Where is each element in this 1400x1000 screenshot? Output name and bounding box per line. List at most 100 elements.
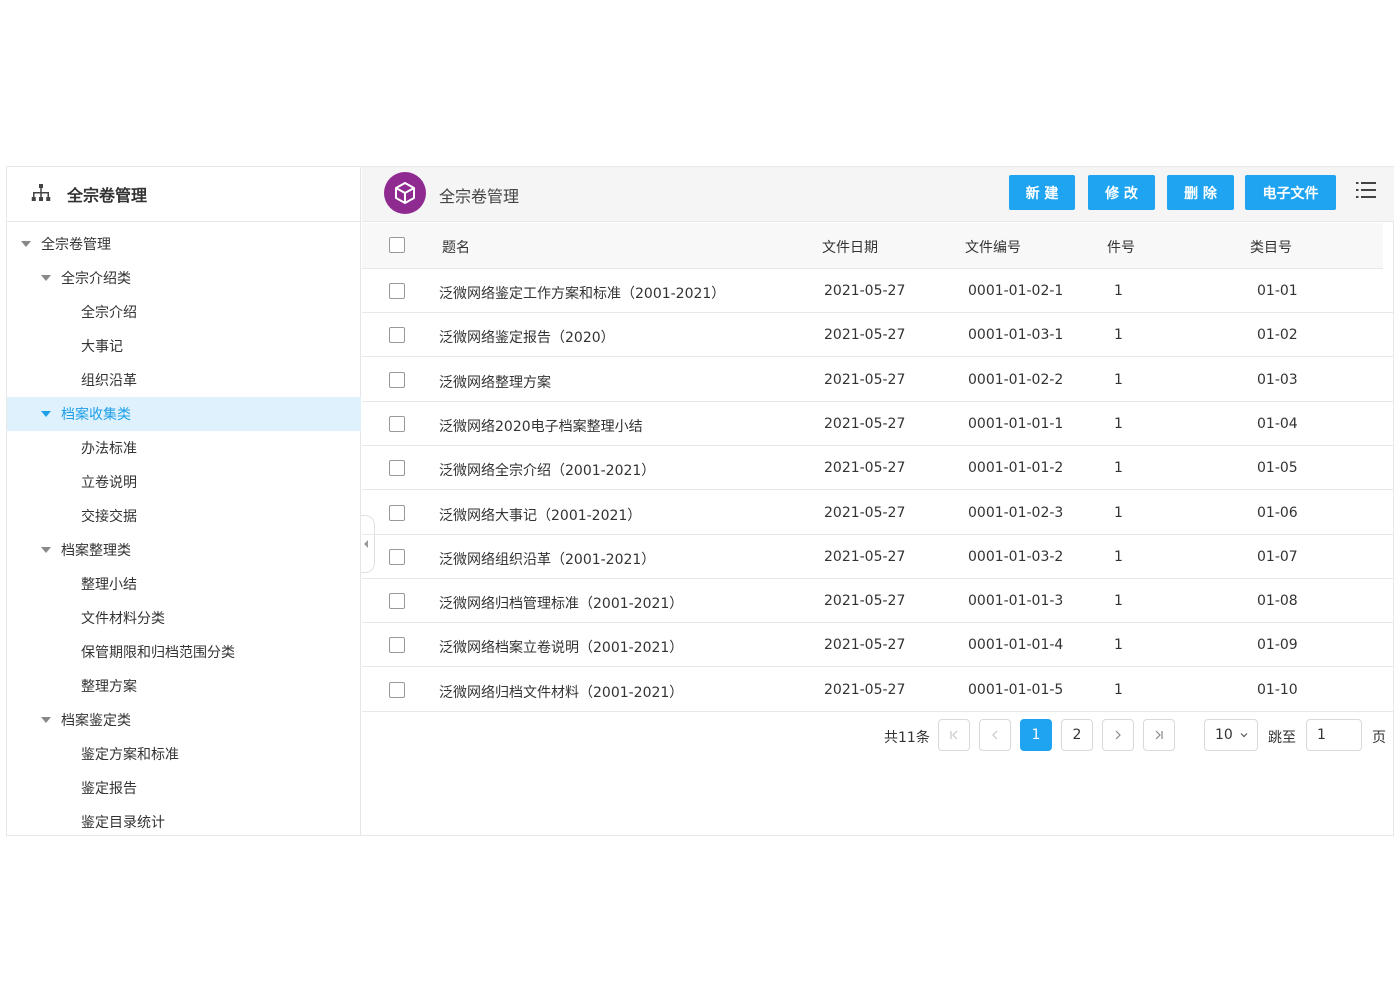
table-row[interactable]: 泛微网络大事记（2001-2021） 2021-05-27 0001-01-02-3…: [362, 491, 1394, 535]
cell-code: 0001-01-01-1: [968, 416, 1064, 432]
cell-category: 01-01: [1257, 283, 1298, 299]
row-checkbox[interactable]: [389, 549, 405, 565]
page-2-button[interactable]: 2: [1061, 719, 1093, 751]
jump-page-input[interactable]: 1: [1306, 719, 1362, 751]
app-logo: [384, 172, 426, 214]
electronic-file-button[interactable]: 电子文件: [1245, 175, 1336, 210]
cell-code: 0001-01-03-1: [968, 327, 1064, 343]
tree-item-label: 全宗卷管理: [41, 237, 111, 253]
cell-title: 泛微网络档案立卷说明（2001-2021）: [439, 640, 684, 656]
edit-button[interactable]: 修 改: [1088, 175, 1155, 210]
tree-item-label: 档案收集类: [61, 407, 131, 423]
table-header: 题名 文件日期 文件编号 件号 类目号: [362, 223, 1383, 269]
tree-item-label: 保管期限和归档范围分类: [81, 645, 235, 661]
tree-item[interactable]: 档案鉴定类: [7, 703, 361, 737]
prev-page-button[interactable]: [979, 719, 1011, 751]
cell-piece: 1: [1114, 327, 1123, 343]
table-row[interactable]: 泛微网络鉴定报告（2020） 2021-05-27 0001-01-03-1 1 01-…: [362, 313, 1394, 357]
cell-title: 泛微网络鉴定工作方案和标准（2001-2021）: [439, 286, 726, 302]
tree-item[interactable]: 鉴定报告: [7, 771, 361, 805]
cell-code: 0001-01-02-3: [968, 505, 1064, 521]
table-row[interactable]: 泛微网络整理方案 2021-05-27 0001-01-02-2 1 01-03: [362, 358, 1394, 402]
row-checkbox[interactable]: [389, 327, 405, 343]
cell-date: 2021-05-27: [824, 460, 906, 476]
column-header-piece[interactable]: 件号: [1107, 237, 1135, 257]
tree-item[interactable]: 立卷说明: [7, 465, 361, 499]
total-count: 共11条: [884, 730, 930, 746]
cell-title: 泛微网络整理方案: [439, 375, 551, 391]
cell-category: 01-04: [1257, 416, 1298, 432]
row-checkbox[interactable]: [389, 283, 405, 299]
tree-item[interactable]: 整理方案: [7, 669, 361, 703]
tree-item[interactable]: 档案收集类: [7, 397, 361, 431]
tree-item[interactable]: 全宗介绍: [7, 295, 361, 329]
jump-label: 跳至: [1268, 730, 1296, 746]
chevron-left-icon: [992, 730, 998, 740]
tree-item[interactable]: 组织沿革: [7, 363, 361, 397]
tree-item[interactable]: 办法标准: [7, 431, 361, 465]
column-header-category[interactable]: 类目号: [1250, 237, 1292, 257]
cell-title: 泛微网络全宗介绍（2001-2021）: [439, 463, 656, 479]
column-header-title[interactable]: 题名: [442, 237, 470, 257]
cell-category: 01-03: [1257, 372, 1298, 388]
list-menu-icon[interactable]: [1356, 181, 1376, 199]
new-button[interactable]: 新 建: [1009, 175, 1075, 210]
cell-piece: 1: [1114, 682, 1123, 698]
page-1-button[interactable]: 1: [1020, 719, 1052, 751]
caret-down-icon[interactable]: [41, 547, 51, 553]
tree-item[interactable]: 档案整理类: [7, 533, 361, 567]
cell-date: 2021-05-27: [824, 637, 906, 653]
row-checkbox[interactable]: [389, 416, 405, 432]
table-row[interactable]: 泛微网络组织沿革（2001-2021） 2021-05-27 0001-01-03-…: [362, 535, 1394, 579]
cell-code: 0001-01-02-2: [968, 372, 1064, 388]
sidebar: 全宗卷管理 全宗卷管理全宗介绍类全宗介绍大事记 组织沿革档案收集类办法标准 立卷说明…: [7, 167, 361, 835]
last-page-button[interactable]: [1143, 719, 1175, 751]
row-checkbox[interactable]: [389, 682, 405, 698]
row-checkbox[interactable]: [389, 505, 405, 521]
cell-category: 01-07: [1257, 549, 1298, 565]
tree-item[interactable]: 交接交据: [7, 499, 361, 533]
table-row[interactable]: 泛微网络2020电子档案整理小结 2021-05-27 0001-01-01-1 1 0…: [362, 402, 1394, 446]
tree-item[interactable]: 大事记: [7, 329, 361, 363]
table-row[interactable]: 泛微网络档案立卷说明（2001-2021） 2021-05-27 0001-01-0…: [362, 623, 1394, 667]
cell-piece: 1: [1114, 283, 1123, 299]
sidebar-header: 全宗卷管理: [7, 167, 360, 222]
tree-item[interactable]: 整理小结: [7, 567, 361, 601]
column-header-code[interactable]: 文件编号: [965, 237, 1021, 257]
column-header-date[interactable]: 文件日期: [822, 237, 878, 257]
main-header: 全宗卷管理 新 建 修 改 删 除 电子文件: [362, 167, 1394, 222]
next-page-button[interactable]: [1102, 719, 1134, 751]
row-checkbox[interactable]: [389, 637, 405, 653]
tree-item[interactable]: 全宗卷管理: [7, 227, 361, 261]
cell-title: 泛微网络2020电子档案整理小结: [439, 419, 643, 435]
chevron-right-icon: [1115, 730, 1121, 740]
first-page-button[interactable]: [938, 719, 970, 751]
tree-item-label: 全宗介绍: [81, 305, 137, 321]
tree-item[interactable]: 保管期限和归档范围分类: [7, 635, 361, 669]
caret-down-icon[interactable]: [41, 411, 51, 417]
table-row[interactable]: 泛微网络归档管理标准（2001-2021） 2021-05-27 0001-01-0…: [362, 579, 1394, 623]
caret-down-icon[interactable]: [41, 717, 51, 723]
row-checkbox[interactable]: [389, 372, 405, 388]
page-size-value: 10: [1215, 727, 1233, 743]
table-row[interactable]: 泛微网络鉴定工作方案和标准（2001-2021） 2021-05-27 0001-0…: [362, 269, 1394, 313]
tree-item[interactable]: 鉴定方案和标准: [7, 737, 361, 771]
cell-date: 2021-05-27: [824, 372, 906, 388]
caret-down-icon[interactable]: [41, 275, 51, 281]
tree-item-label: 整理方案: [81, 679, 137, 695]
cell-date: 2021-05-27: [824, 416, 906, 432]
select-all-checkbox[interactable]: [389, 237, 405, 253]
tree-item[interactable]: 鉴定目录统计: [7, 805, 361, 839]
delete-button[interactable]: 删 除: [1167, 175, 1234, 210]
tree-item[interactable]: 全宗介绍类: [7, 261, 361, 295]
table-row[interactable]: 泛微网络归档文件材料（2001-2021） 2021-05-27 0001-01-0…: [362, 668, 1394, 712]
caret-down-icon[interactable]: [21, 241, 31, 247]
tree-item-label: 鉴定报告: [81, 781, 137, 797]
page-size-select[interactable]: 10: [1204, 719, 1258, 751]
tree-item[interactable]: 文件材料分类: [7, 601, 361, 635]
tree-item-label: 交接交据: [81, 509, 137, 525]
table-row[interactable]: 泛微网络全宗介绍（2001-2021） 2021-05-27 0001-01-01-…: [362, 446, 1394, 490]
row-checkbox[interactable]: [389, 460, 405, 476]
tree-item-label: 文件材料分类: [81, 611, 165, 627]
row-checkbox[interactable]: [389, 593, 405, 609]
